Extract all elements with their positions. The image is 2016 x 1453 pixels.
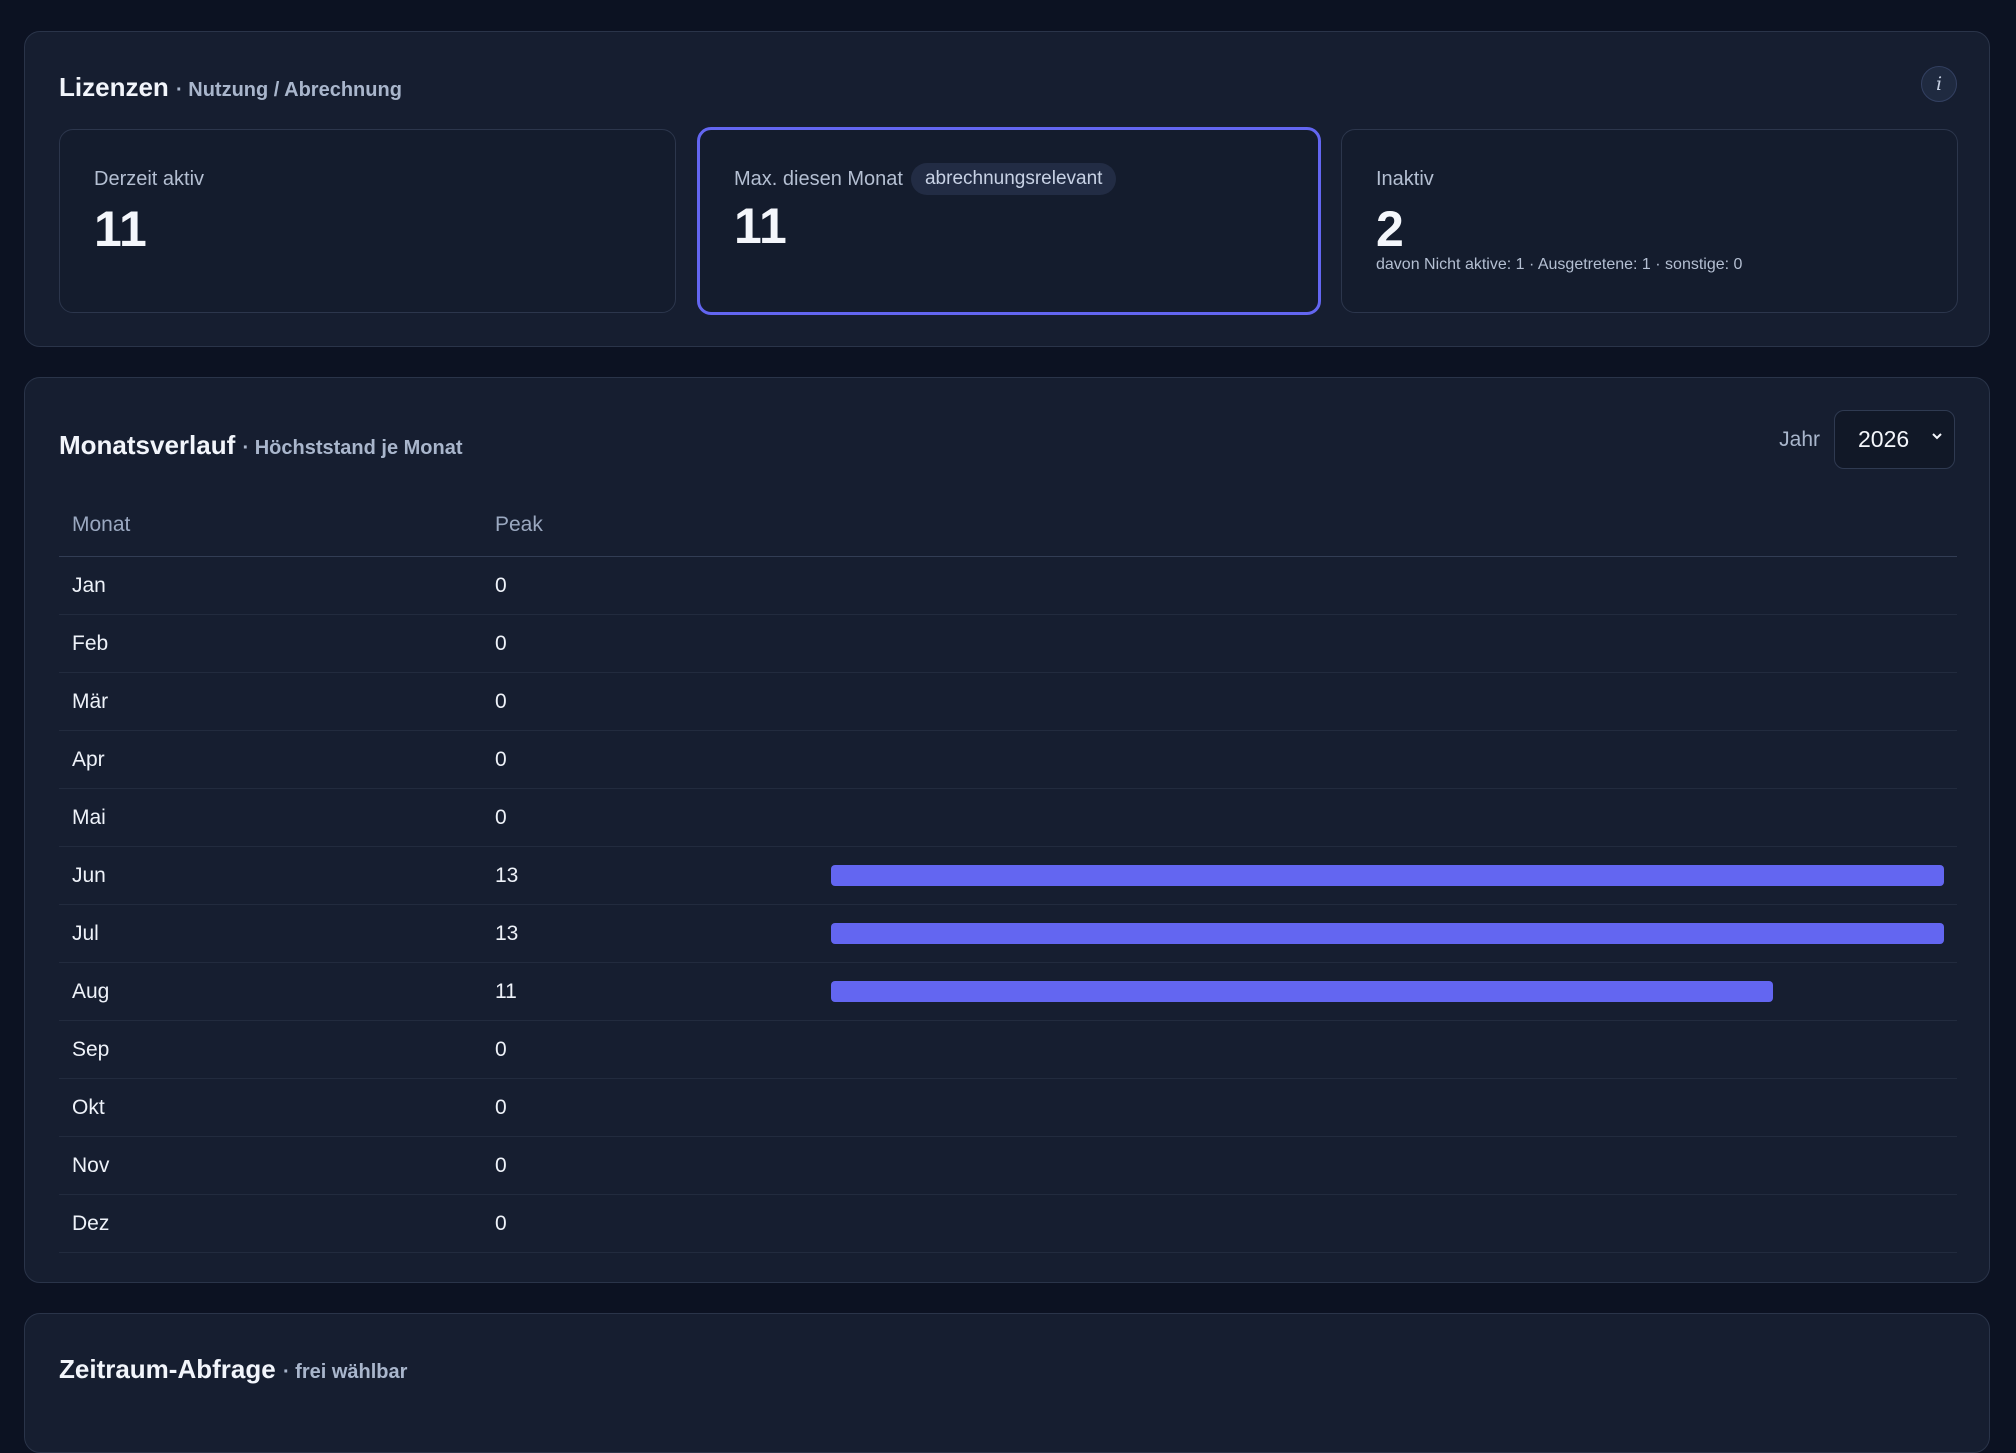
month-cell: Sep <box>72 1038 110 1061</box>
table-row: Okt 0 <box>59 1079 1957 1137</box>
month-cell: Feb <box>72 632 109 655</box>
column-header-peak: Peak <box>495 513 543 536</box>
table-row: Feb 0 <box>59 615 1957 673</box>
peak-cell: 13 <box>495 864 519 887</box>
stat-active: Derzeit aktiv 11 <box>59 129 676 313</box>
stat-max-month-label: Max. diesen Monat <box>734 167 903 190</box>
licenses-card: Lizenzen · Nutzung / Abrechnung i Derzei… <box>24 31 1990 347</box>
table-row: Jan 0 <box>59 557 1957 615</box>
table-row: Jul 13 <box>59 905 1957 963</box>
month-cell: Jan <box>72 574 106 597</box>
month-cell: Nov <box>72 1154 110 1177</box>
table-header: Monat Peak <box>59 498 1957 557</box>
peak-cell: 0 <box>495 806 507 829</box>
stat-active-label: Derzeit aktiv <box>94 168 205 190</box>
table-row: Nov 0 <box>59 1137 1957 1195</box>
stat-inactive: Inaktiv 2 davon Nicht aktive: 1 · Ausget… <box>1341 129 1958 313</box>
month-cell: Apr <box>72 748 105 771</box>
table-row: Aug 11 <box>59 963 1957 1021</box>
licenses-title: Lizenzen · Nutzung / Abrechnung <box>59 72 402 103</box>
peak-cell: 0 <box>495 690 507 713</box>
info-icon[interactable]: i <box>1921 66 1957 102</box>
table-row: Apr 0 <box>59 731 1957 789</box>
peak-cell: 0 <box>495 1096 507 1119</box>
range-query-title: Zeitraum-Abfrage · frei wählbar <box>59 1354 407 1385</box>
stat-max-month-label-row: Max. diesen Monat abrechnungsrelevant <box>734 163 1117 195</box>
stat-inactive-label: Inaktiv <box>1376 168 1434 190</box>
column-header-month: Monat <box>72 513 131 536</box>
monthly-title-text: Monatsverlauf <box>59 430 236 460</box>
stat-max-month: Max. diesen Monat abrechnungsrelevant 11 <box>697 127 1321 315</box>
peak-cell: 0 <box>495 1212 507 1235</box>
table-row: Mai 0 <box>59 789 1957 847</box>
stat-active-value: 11 <box>94 201 147 257</box>
stat-inactive-detail: davon Nicht aktive: 1 · Ausgetretene: 1 … <box>1376 256 1743 273</box>
range-query-card: Zeitraum-Abfrage · frei wählbar <box>24 1313 1990 1453</box>
month-cell: Jun <box>72 864 106 887</box>
peak-cell: 11 <box>495 980 517 1003</box>
monthly-card: Monatsverlauf · Höchststand je Monat Jah… <box>24 377 1990 1283</box>
table-row: Jun 13 <box>59 847 1957 905</box>
monthly-subtitle: · Höchststand je Monat <box>242 437 463 459</box>
licenses-title-text: Lizenzen <box>59 72 169 102</box>
chevron-down-icon <box>1932 433 1942 440</box>
peak-bar <box>831 981 1773 1002</box>
year-filter: Jahr 2026 <box>1779 410 1955 469</box>
peak-cell: 0 <box>495 1154 507 1177</box>
range-query-title-text: Zeitraum-Abfrage <box>59 1354 276 1384</box>
peak-bar <box>831 923 1944 944</box>
licenses-subtitle: · Nutzung / Abrechnung <box>176 79 402 101</box>
month-cell: Okt <box>72 1096 105 1119</box>
year-select-value: 2026 <box>1858 426 1910 452</box>
year-select[interactable]: 2026 <box>1834 410 1955 469</box>
month-cell: Aug <box>72 980 110 1003</box>
table-row: Mär 0 <box>59 673 1957 731</box>
month-cell: Mai <box>72 806 106 829</box>
table-row: Dez 0 <box>59 1195 1957 1253</box>
month-cell: Dez <box>72 1212 110 1235</box>
stat-max-month-value: 11 <box>734 198 787 254</box>
billing-relevant-badge: abrechnungsrelevant <box>910 163 1117 195</box>
month-cell: Jul <box>72 922 99 945</box>
stat-inactive-value: 2 <box>1376 201 1404 257</box>
peak-cell: 0 <box>495 574 507 597</box>
monthly-table: Monat Peak Jan 0 Feb 0 Mär 0 Apr 0 Mai 0 Jun 13 Jul 1… <box>59 498 1957 1253</box>
month-cell: Mär <box>72 690 109 713</box>
table-row: Sep 0 <box>59 1021 1957 1079</box>
peak-cell: 0 <box>495 748 507 771</box>
peak-cell: 0 <box>495 632 507 655</box>
table-body: Jan 0 Feb 0 Mär 0 Apr 0 Mai 0 Jun 13 Jul 13 Aug 11 Sep 0 O… <box>59 557 1957 1253</box>
monthly-title: Monatsverlauf · Höchststand je Monat <box>59 430 463 461</box>
peak-cell: 0 <box>495 1038 507 1061</box>
range-query-subtitle: · frei wählbar <box>282 1361 408 1383</box>
peak-bar <box>831 865 1944 886</box>
peak-cell: 13 <box>495 922 519 945</box>
year-label: Jahr <box>1779 427 1820 451</box>
